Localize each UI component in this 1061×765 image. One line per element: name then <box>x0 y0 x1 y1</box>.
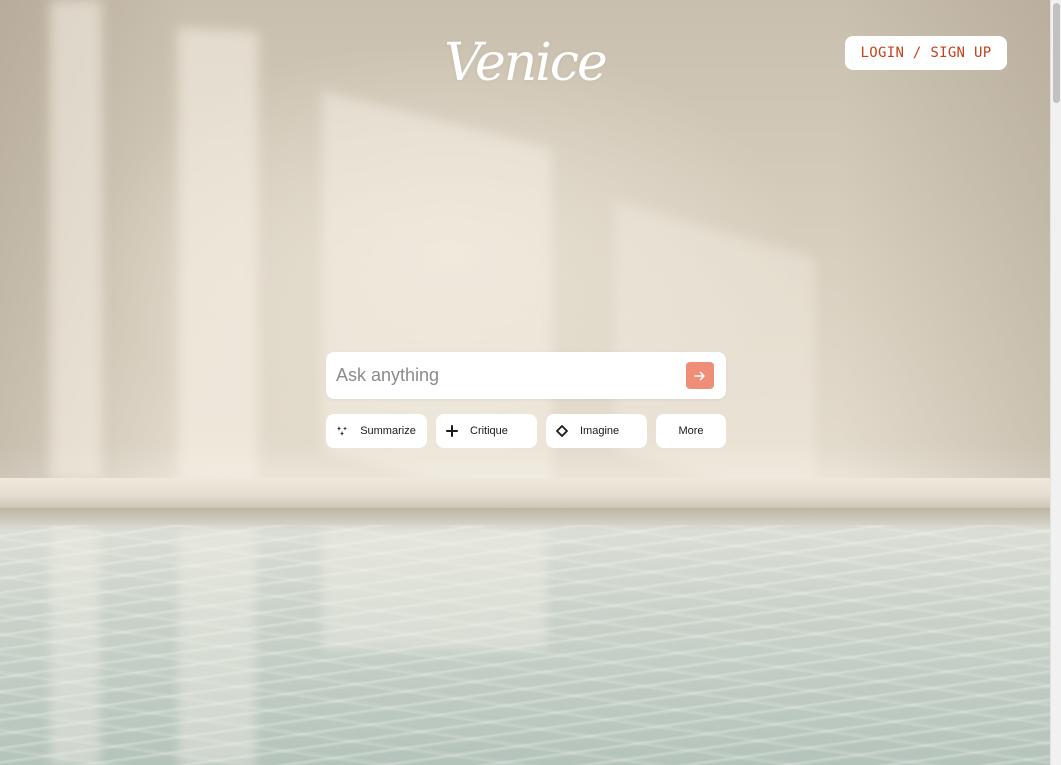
page-scrollbar[interactable] <box>1050 0 1061 765</box>
plus-icon <box>445 424 459 438</box>
summarize-chip-label: Summarize <box>360 425 416 437</box>
more-chip-label: More <box>678 425 704 437</box>
critique-chip-label: Critique <box>470 425 508 437</box>
critique-chip[interactable]: Critique <box>436 414 537 448</box>
search-input[interactable] <box>336 358 676 393</box>
light-beam <box>50 0 102 480</box>
water-reflection <box>50 530 100 765</box>
summarize-chip[interactable]: Summarize <box>326 414 427 448</box>
water-reflection <box>178 530 256 765</box>
login-signup-button[interactable]: LOGIN / SIGN UP <box>845 36 1007 70</box>
water-reflection <box>322 530 547 650</box>
diamond-icon <box>555 424 569 438</box>
more-chip[interactable]: More <box>656 414 726 448</box>
venice-logo: Venice <box>444 33 608 93</box>
light-beam <box>178 27 258 483</box>
arrow-right-icon <box>693 369 707 383</box>
pool-ledge <box>0 478 1050 508</box>
imagine-chip[interactable]: Imagine <box>546 414 647 448</box>
scrollbar-thumb[interactable] <box>1053 3 1060 103</box>
send-button[interactable] <box>686 362 714 389</box>
imagine-chip-label: Imagine <box>580 425 620 437</box>
search-box <box>326 352 726 399</box>
sparkle-icon <box>335 424 349 438</box>
